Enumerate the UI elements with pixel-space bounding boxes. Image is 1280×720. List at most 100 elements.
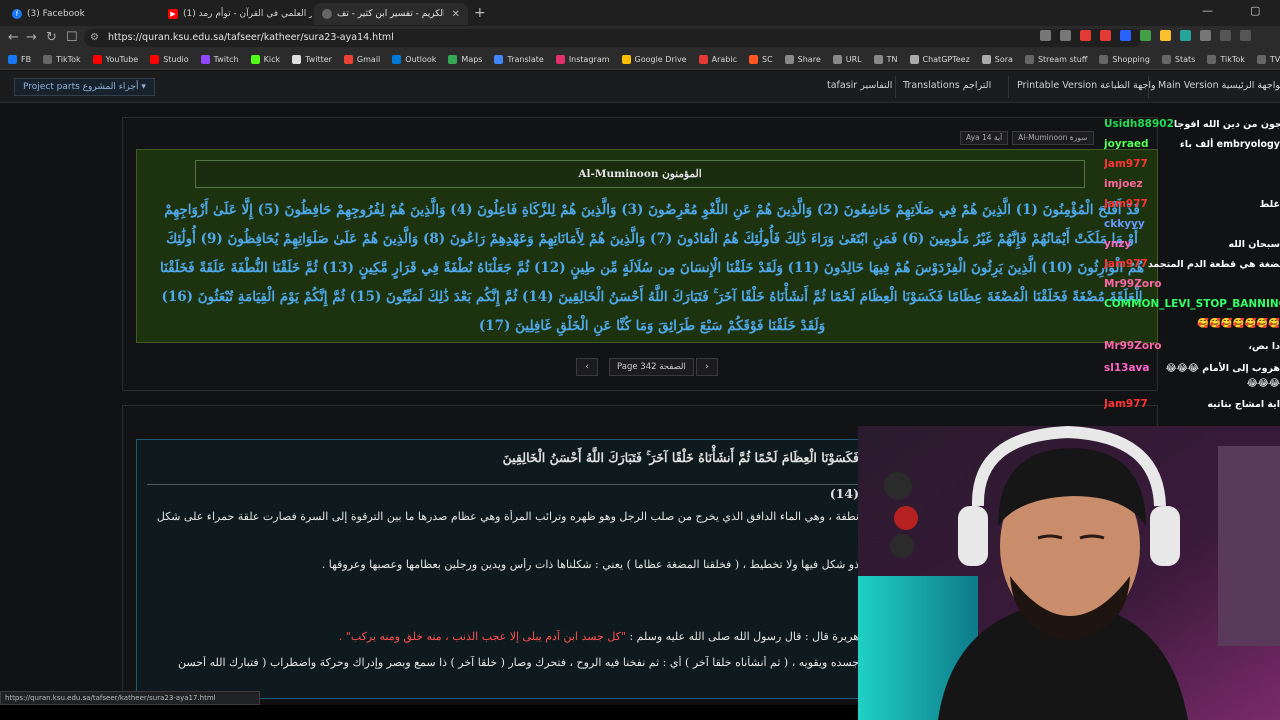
bookmark-icon (150, 55, 160, 64)
facebook-icon: f (12, 9, 22, 19)
bookmark-icon (292, 55, 302, 64)
globe-icon (322, 9, 332, 19)
bookmark-item[interactable]: Twitter (292, 55, 332, 64)
bookmark-item[interactable]: ChatGPTeez (909, 55, 970, 64)
ayat-text[interactable]: قَدْ أَفْلَحَ الْمُؤْمِنُونَ (1) الَّذِي… (157, 196, 1147, 341)
main-version-link[interactable]: Main Version الواجهة الرئيسية (1158, 80, 1280, 91)
bookmark-label: TV (1269, 55, 1280, 64)
bookmark-icon (909, 55, 919, 64)
tafsir-paragraph: هريرة قال : قال رسول الله صلى الله عليه … (137, 630, 859, 643)
tab-facebook[interactable]: f (3) Facebook (4, 3, 164, 25)
bookmark-item[interactable]: Google Drive (621, 55, 687, 64)
surah-title: Al-Muminoon المؤمنون (195, 160, 1085, 188)
bookmark-item[interactable]: Arabic (698, 55, 737, 64)
chat-username: sl13ava (1104, 362, 1150, 374)
extension-icon[interactable] (1180, 30, 1191, 41)
bookmark-label: ChatGPTeez (922, 55, 970, 64)
bookmark-item[interactable]: Sora (981, 55, 1013, 64)
bookmark-item[interactable]: Maps (448, 55, 482, 64)
bookmark-item[interactable]: TV (1256, 55, 1280, 64)
project-parts-dropdown[interactable]: Project parts أجزاء المشروع ▾ (14, 78, 155, 96)
bookmark-item[interactable]: Stream stuff (1024, 55, 1088, 64)
bookmark-label: Arabic (711, 55, 737, 64)
chat-username: imjoez (1104, 178, 1143, 190)
new-tab-button[interactable]: + (474, 5, 486, 21)
bookmark-item[interactable]: Stats (1161, 55, 1195, 64)
back-icon[interactable]: ← (8, 30, 19, 45)
site-info-icon[interactable]: ⚙ (90, 29, 99, 47)
page-select[interactable]: Page 342 الصفحة (609, 358, 694, 376)
extension-icon[interactable] (1120, 30, 1131, 41)
bookmark-item[interactable]: Gmail (343, 55, 381, 64)
tafasir-link[interactable]: tafasir التفاسير (827, 80, 892, 91)
maximize-icon[interactable]: ▢ (1250, 4, 1260, 17)
bookmark-label: Translate (507, 55, 544, 64)
bookmark-item[interactable]: Kick (250, 55, 280, 64)
chat-message: COMMON_LEVI_STOP_BANNING (1104, 298, 1280, 310)
chat-message: 😂😂😂 (1104, 378, 1280, 389)
bookmark-item[interactable]: SC (748, 55, 773, 64)
chat-username: ynzy (1104, 238, 1132, 250)
bookmark-label: Studio (163, 55, 189, 64)
bookmark-item[interactable]: Share (784, 55, 821, 64)
close-tab-icon[interactable]: ✕ (452, 9, 460, 20)
profile-icon[interactable] (1220, 30, 1231, 41)
bookmark-icon[interactable]: ☐ (66, 30, 78, 45)
bookmark-label: TikTok (1220, 55, 1245, 64)
bookmark-icon (92, 55, 102, 64)
chat-username: Usidh88902 (1104, 118, 1174, 130)
tab-label: (1) الإعجاز العلمي في القرآن - توأم رمد.… (183, 9, 312, 19)
bookmark-label: SC (761, 55, 773, 64)
tab-quran[interactable]: القرآن الكريم - تفسير ابن كثير - تف... ✕ (314, 3, 468, 25)
tab-label: القرآن الكريم - تفسير ابن كثير - تف... (337, 9, 444, 19)
forward-icon[interactable]: → (26, 30, 37, 45)
bookmark-item[interactable]: FB (8, 55, 31, 64)
reload-icon[interactable]: ↻ (46, 30, 57, 45)
minimize-icon[interactable]: — (1202, 4, 1213, 17)
bookmark-item[interactable]: Translate (494, 55, 544, 64)
tab-bar: f (3) Facebook ▶ (1) الإعجاز العلمي في ا… (0, 0, 1280, 26)
bookmark-item[interactable]: Outlook (392, 55, 436, 64)
share-icon[interactable] (1060, 30, 1071, 41)
extension-icon[interactable] (1080, 30, 1091, 41)
menu-icon[interactable] (1240, 30, 1251, 41)
tab-youtube[interactable]: ▶ (1) الإعجاز العلمي في القرآن - توأم رم… (160, 3, 312, 25)
tafsir-paragraph: ذو شكل فيها ولا تخطيط ، ( فخلقنا المضغة … (321, 558, 859, 571)
bookmark-icon (621, 55, 631, 64)
bookmark-item[interactable]: YouTube (92, 55, 138, 64)
chat-message: imjoez (1104, 178, 1280, 190)
printable-version-link[interactable]: Printable Version واجهة الطباعة (1017, 80, 1156, 91)
extension-icon[interactable] (1100, 30, 1111, 41)
bookmark-label: Gmail (356, 55, 381, 64)
bookmark-icon (784, 55, 794, 64)
chat-text: غلط (1259, 198, 1280, 210)
bookmark-item[interactable]: TN (873, 55, 898, 64)
bookmark-label: Maps (461, 55, 483, 64)
bookmark-label: Outlook (405, 55, 437, 64)
extension-icon[interactable] (1140, 30, 1151, 41)
bookmark-item[interactable]: Instagram (555, 55, 610, 64)
bookmark-item[interactable]: TikTok (43, 55, 81, 64)
url-field[interactable]: ⚙ https://quran.ksu.edu.sa/tafseer/kathe… (84, 29, 1142, 47)
tafsir-heading: فَكَسَوْنَا الْعِظَامَ لَحْمًا ثُمَّ أَن… (502, 450, 859, 501)
bookmark-label: Google Drive (634, 55, 687, 64)
chat-username: joyraed (1104, 138, 1149, 150)
bookmark-item[interactable]: Studio (150, 55, 189, 64)
sura-select[interactable]: Al-Muminoon سورة (1012, 131, 1094, 145)
bookmark-label: Stream stuff (1037, 55, 1088, 64)
extensions-puzzle-icon[interactable] (1200, 30, 1211, 41)
youtube-icon: ▶ (168, 9, 178, 19)
bookmark-item[interactable]: TikTok (1207, 55, 1245, 64)
prev-page-button[interactable]: ‹ (576, 358, 598, 376)
url-text: https://quran.ksu.edu.sa/tafseer/katheer… (108, 32, 394, 43)
bookmark-icon (8, 55, 17, 64)
translations-link[interactable]: Translations التراجم (903, 80, 991, 91)
next-page-button[interactable]: › (696, 358, 718, 376)
extension-icon[interactable] (1160, 30, 1171, 41)
bookmark-item[interactable]: Shopping (1099, 55, 1150, 64)
bookmark-item[interactable]: Twitch (200, 55, 239, 64)
bookmark-item[interactable]: URL (832, 55, 862, 64)
zoom-icon[interactable] (1040, 30, 1051, 41)
aya-select[interactable]: Aya 14 آية (960, 131, 1009, 145)
chat-text: المضغة هي قطعة الدم المتجمد (1147, 258, 1280, 270)
